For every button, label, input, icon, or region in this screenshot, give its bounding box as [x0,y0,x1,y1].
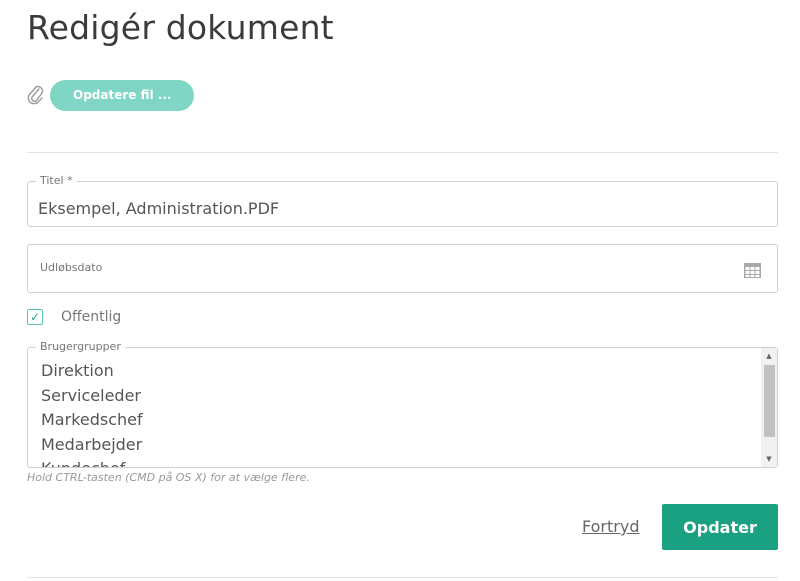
update-button[interactable]: Opdater [662,504,778,550]
paperclip-icon [27,85,44,105]
expiry-date-field[interactable]: Udløbsdato [27,244,778,293]
user-group-option[interactable]: Markedschef [41,408,143,433]
cancel-link[interactable]: Fortryd [582,517,639,536]
update-file-button[interactable]: Opdatere fil ... [50,79,195,111]
page-title: Redigér dokument [27,8,334,47]
public-checkbox-row[interactable]: ✓ Offentlig [27,309,121,325]
scroll-thumb[interactable] [764,365,775,437]
user-groups-list: Direktion Serviceleder Markedschef Medarbej… [41,359,143,467]
scrollbar[interactable]: ▲ ▼ [761,348,777,467]
user-group-option[interactable]: Direktion [41,359,143,384]
title-input[interactable]: Eksempel, Administration.PDF [38,199,279,218]
scroll-down-arrow-icon[interactable]: ▼ [761,451,777,467]
title-field[interactable]: Titel * Eksempel, Administration.PDF [27,174,778,227]
title-field-label: Titel * [36,174,77,188]
calendar-icon[interactable] [744,263,761,278]
public-checkbox-label[interactable]: Offentlig [61,309,121,325]
attachment-row: Opdatere fil ... [26,79,195,111]
user-groups-viewport: Direktion Serviceleder Markedschef Medarbej… [28,348,777,467]
bottom-divider [27,577,778,578]
user-group-option[interactable]: Medarbejder [41,433,143,458]
user-group-option[interactable]: Serviceleder [41,384,143,409]
scroll-up-arrow-icon[interactable]: ▲ [761,348,777,364]
expiry-date-label: Udløbsdato [40,261,103,274]
user-group-option[interactable]: Kundechef [41,457,143,467]
multi-select-hint: Hold CTRL-tasten (CMD på OS X) for at væ… [27,471,310,484]
public-checkbox[interactable]: ✓ [27,309,43,325]
divider [27,152,778,153]
user-groups-select[interactable]: Brugergrupper Direktion Serviceleder Marke… [27,340,778,468]
